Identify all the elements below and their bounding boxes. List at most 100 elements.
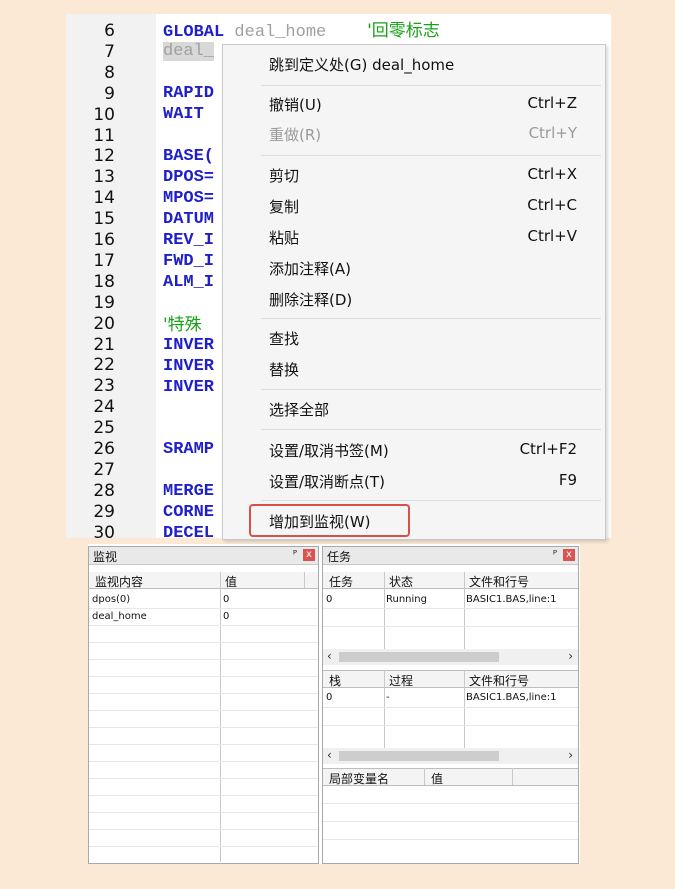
col-state[interactable]: 状态 [389,573,413,590]
stack-row-file[interactable]: BASIC1.BAS,line:1 [466,692,557,703]
code-line-20: '特殊 [163,315,202,335]
task-table-header: 任务 状态 文件和行号 [323,572,578,589]
col-procedure[interactable]: 过程 [389,672,413,689]
col-local-value[interactable]: 值 [431,770,443,787]
code-line-21: INVER [163,336,215,355]
menu-item-add-comment[interactable]: 添加注释(A) [223,254,605,282]
menu-separator [261,155,601,156]
watch-panel: 监视 ᴾ x 监视内容 值 dpos(0) 0 deal_home 0 [88,546,319,864]
scroll-right-icon[interactable]: › [568,748,573,762]
pin-icon[interactable]: ᴾ [553,548,557,561]
debug-area: 监视 ᴾ x 监视内容 值 dpos(0) 0 deal_home 0 任务 ᴾ… [88,544,580,864]
watch-row-value[interactable]: 0 [223,611,229,622]
close-icon[interactable]: x [303,549,315,561]
task-row-id[interactable]: 0 [326,594,332,605]
stack-row-id[interactable]: 0 [326,692,332,703]
code-line-30: DECEL [163,524,215,538]
task-panel-titlebar: 任务 ᴾ x [323,547,578,565]
code-line-23: INVER [163,378,215,397]
column-divider [220,572,221,862]
scroll-right-icon[interactable]: › [568,649,573,663]
row-divider [89,846,318,847]
scroll-thumb[interactable] [339,652,499,662]
line-number: 16 [93,230,115,250]
line-number: 7 [104,41,115,62]
row-divider [89,710,318,711]
menu-item-toggle-bookmark[interactable]: 设置/取消书签(M) Ctrl+F2 [223,436,605,464]
menu-item-replace[interactable]: 替换 [223,355,605,383]
menu-item-goto-definition[interactable]: 跳到定义处(G) deal_home [223,50,605,78]
menu-item-remove-comment[interactable]: 删除注释(D) [223,285,605,313]
scroll-left-icon[interactable]: ‹ [327,748,332,762]
stack-hscrollbar[interactable]: ‹ › [323,748,578,764]
menu-item-copy[interactable]: 复制 Ctrl+C [223,192,605,220]
code-line-22: INVER [163,357,215,376]
menu-item-cut[interactable]: 剪切 Ctrl+X [223,161,605,189]
menu-item-redo[interactable]: 重做(R) Ctrl+Y [223,120,605,148]
row-divider [323,626,578,627]
stack-table-header: 栈 过程 文件和行号 [323,670,578,688]
col-watch-value[interactable]: 值 [225,573,237,590]
row-divider [89,812,318,813]
column-divider [464,572,465,652]
pin-icon[interactable]: ᴾ [293,548,297,561]
line-number: 11 [93,125,115,146]
menu-separator [261,500,601,501]
row-divider [323,725,578,726]
code-line-6: GLOBAL deal_home '回零标志 [163,21,440,42]
code-line-29: CORNE [163,503,215,522]
row-divider [323,608,578,609]
watch-row-value[interactable]: 0 [223,594,229,605]
line-number: 28 [93,480,115,501]
col-file-line[interactable]: 文件和行号 [469,573,529,590]
code-line-15: DATUM [163,210,215,229]
task-row-file[interactable]: BASIC1.BAS,line:1 [466,594,557,605]
menu-item-toggle-breakpoint[interactable]: 设置/取消断点(T) F9 [223,467,605,495]
line-number: 17 [93,250,115,271]
scroll-thumb[interactable] [339,751,499,761]
row-divider [89,761,318,762]
line-number: 25 [93,418,115,439]
menu-item-paste[interactable]: 粘贴 Ctrl+V [223,223,605,251]
code-line-7: deal_ [163,42,215,61]
row-divider [89,778,318,779]
col-stack[interactable]: 栈 [329,672,341,689]
menu-item-undo[interactable]: 撤销(U) Ctrl+Z [223,90,605,118]
watch-row-name[interactable]: dpos(0) [92,594,130,605]
column-divider [304,572,305,589]
column-divider [384,670,385,748]
code-line-28: MERGE [163,482,215,501]
line-number: 12 [93,146,115,167]
col-watch-content[interactable]: 监视内容 [95,573,143,590]
column-divider [384,572,385,652]
close-icon[interactable]: x [563,549,575,561]
line-number: 23 [93,376,115,397]
menu-item-find[interactable]: 查找 [223,324,605,352]
col-file-line[interactable]: 文件和行号 [469,672,529,689]
task-row-state[interactable]: Running [386,594,427,605]
line-number: 10 [93,104,115,125]
col-task[interactable]: 任务 [329,573,353,590]
row-divider [89,642,318,643]
watch-row-name[interactable]: deal_home [92,611,147,622]
line-number: 27 [93,459,115,480]
line-number: 15 [93,209,115,230]
line-number: 26 [93,439,115,459]
scroll-left-icon[interactable]: ‹ [327,649,332,663]
highlight-box [249,504,410,537]
line-number: 6 [104,21,115,41]
locals-table-header: 局部变量名 值 [323,768,578,786]
menu-separator [261,318,601,319]
line-number: 18 [93,271,115,292]
menu-item-select-all[interactable]: 选择全部 [223,395,605,423]
task-panel-title: 任务 [327,550,352,564]
row-divider [89,795,318,796]
stack-row-procedure[interactable]: - [386,692,390,703]
row-divider [323,803,578,804]
context-menu: 跳到定义处(G) deal_home 撤销(U) Ctrl+Z 重做(R) Ctrl… [222,44,606,540]
task-hscrollbar[interactable]: ‹ › [323,649,578,665]
column-divider [464,670,465,748]
col-local-name[interactable]: 局部变量名 [329,770,389,787]
line-number: 9 [104,83,115,104]
watch-panel-title: 监视 [93,550,118,564]
